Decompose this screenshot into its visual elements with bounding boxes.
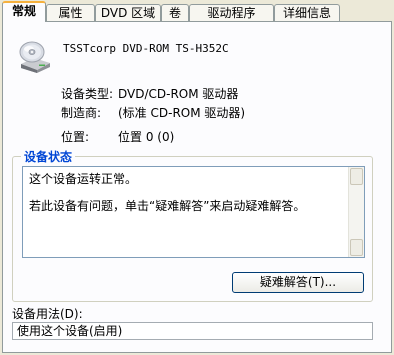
tab-details[interactable]: 详细信息 [274, 4, 340, 21]
device-status-group: 设备状态 这个设备运转正常。 若此设备有问题，单击“疑难解答”来启动疑难解答。 … [12, 148, 373, 302]
manufacturer-value: (标准 CD-ROM 驱动器) [118, 106, 246, 120]
status-line-2: 若此设备有问题，单击“疑难解答”来启动疑难解答。 [29, 199, 306, 213]
status-line-1: 这个设备运转正常。 [29, 172, 138, 186]
tab-properties[interactable]: 属性 [46, 4, 95, 21]
device-type-value: DVD/CD-ROM 驱动器 [118, 87, 239, 101]
device-usage-select[interactable]: 使用这个设备(启用) [12, 322, 373, 340]
scroll-down-button[interactable] [350, 239, 363, 256]
location-label: 位置: [61, 130, 90, 144]
tab-strip: 常规 属性 DVD 区域 卷 驱动程序 详细信息 [0, 0, 394, 22]
device-status-title: 设备状态 [21, 148, 76, 165]
cd-drive-icon [19, 41, 50, 73]
tab-dvd-region[interactable]: DVD 区域 [95, 4, 161, 21]
tab-volumes[interactable]: 卷 [161, 4, 189, 21]
general-tab-panel: TSSTcorp DVD-ROM TS-H352C 设备类型: DVD/CD-R… [2, 21, 392, 353]
device-status-textbox[interactable]: 这个设备运转正常。 若此设备有问题，单击“疑难解答”来启动疑难解答。 [22, 166, 365, 258]
status-scrollbar[interactable] [348, 167, 364, 257]
device-usage-label: 设备用法(D): [12, 307, 83, 321]
tab-driver[interactable]: 驱动程序 [189, 4, 274, 21]
tab-general[interactable]: 常规 [2, 1, 46, 22]
device-type-label: 设备类型: [61, 87, 114, 101]
device-name: TSSTcorp DVD-ROM TS-H352C [63, 42, 229, 55]
location-value: 位置 0 (0) [118, 130, 175, 144]
manufacturer-label: 制造商: [61, 106, 102, 120]
scroll-up-button[interactable] [350, 168, 363, 185]
troubleshoot-button[interactable]: 疑难解答(T)... [232, 272, 364, 293]
